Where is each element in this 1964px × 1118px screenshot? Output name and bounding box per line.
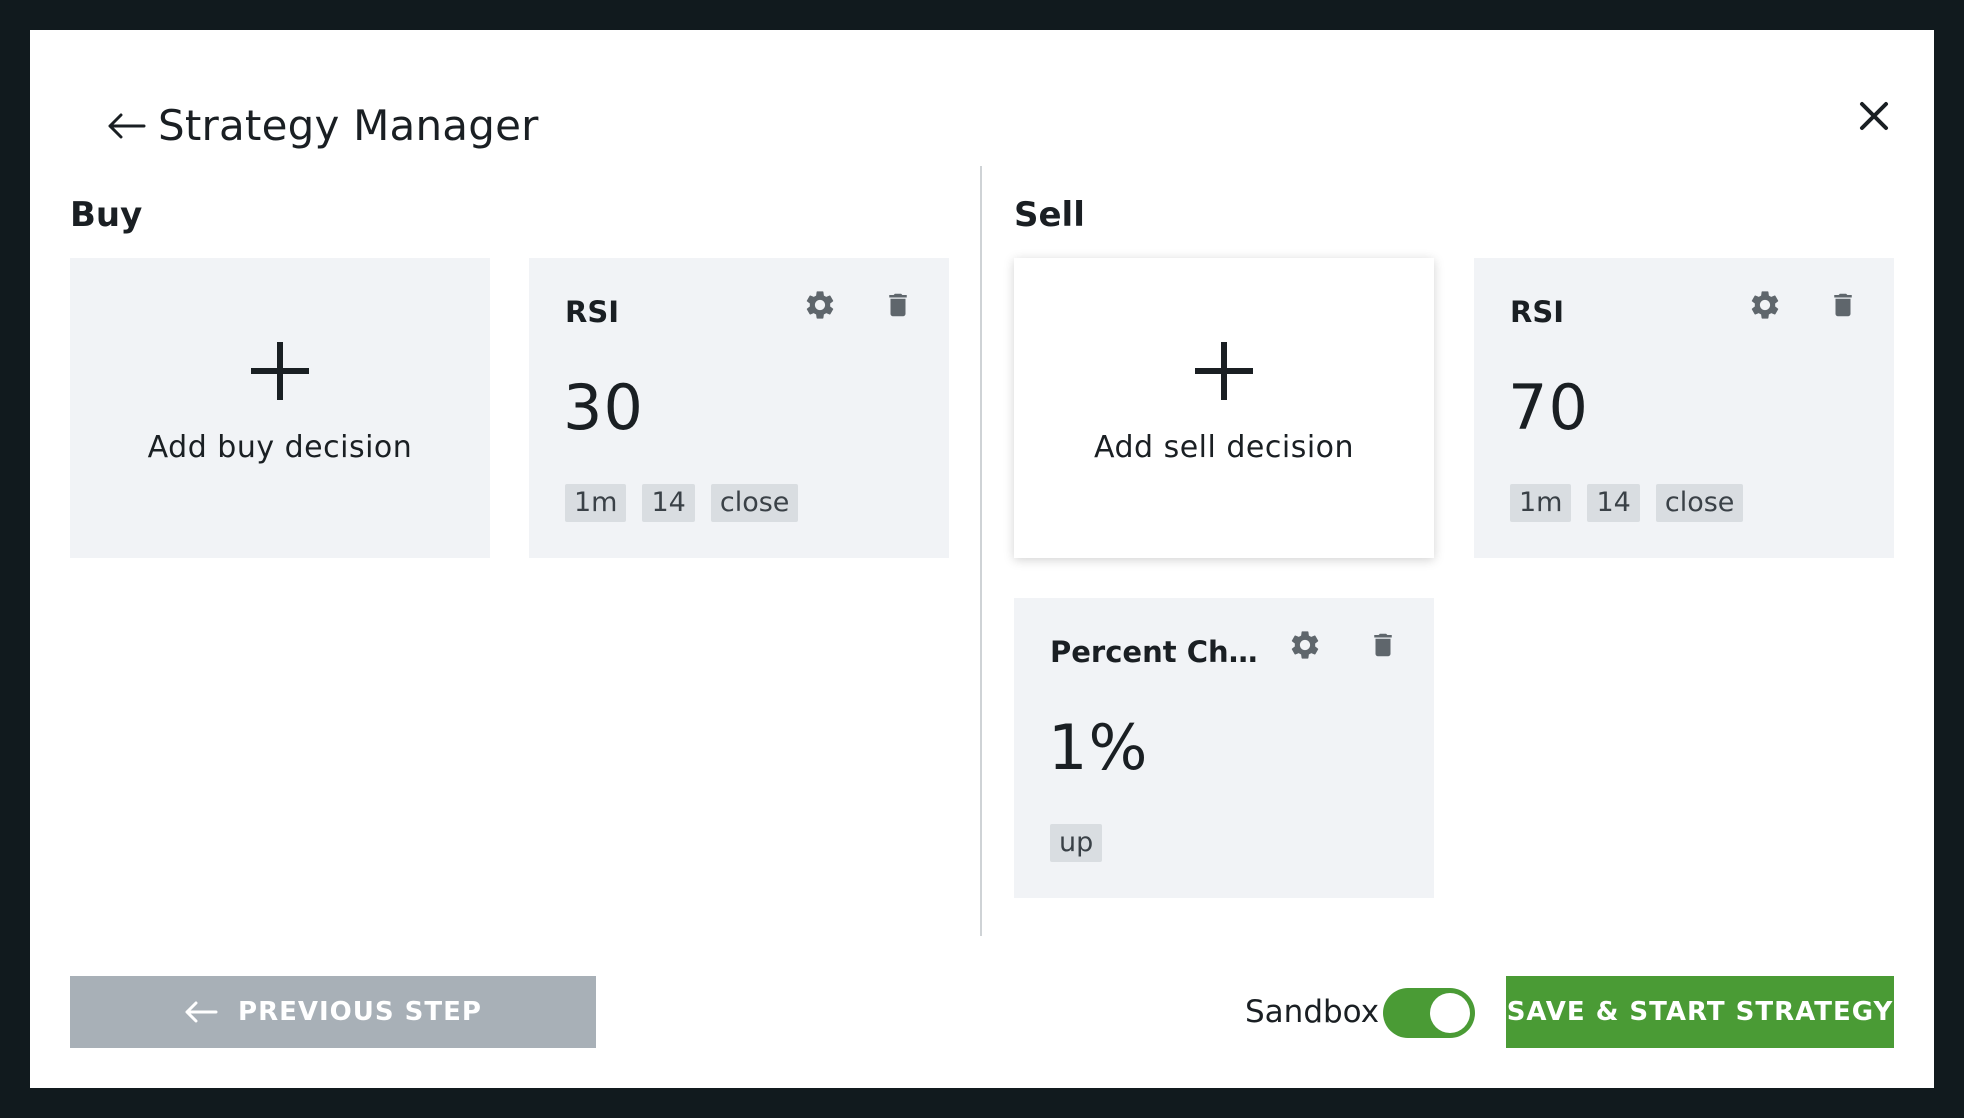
tag-period: 14	[1587, 484, 1640, 522]
sell-decision-card-percent-change: Percent Ch... 1% up	[1014, 598, 1434, 898]
buy-decision-card-rsi: RSI 30 1m 14 close	[529, 258, 949, 558]
decision-name: Percent Ch...	[1050, 635, 1260, 669]
close-icon	[1860, 102, 1888, 130]
decision-tags: 1m 14 close	[1510, 484, 1744, 522]
add-sell-decision-card[interactable]: Add sell decision	[1014, 258, 1434, 558]
add-sell-decision-label: Add sell decision	[1093, 429, 1355, 465]
buy-section-title: Buy	[70, 195, 143, 235]
sandbox-toggle[interactable]	[1383, 988, 1475, 1038]
tag-source: close	[710, 484, 799, 522]
decision-value: 1%	[1048, 711, 1149, 784]
tag-period: 14	[642, 484, 695, 522]
decision-name: RSI	[1510, 295, 1565, 329]
decision-value: 30	[563, 371, 644, 444]
gear-icon[interactable]	[803, 288, 837, 322]
add-buy-decision-label: Add buy decision	[147, 429, 413, 465]
tag-interval: 1m	[565, 484, 627, 522]
save-and-start-label: SAVE & START STRATEGY	[1506, 997, 1894, 1027]
gear-icon[interactable]	[1288, 628, 1322, 662]
arrow-left-icon	[185, 1001, 218, 1023]
decision-name: RSI	[565, 295, 620, 329]
tag-interval: 1m	[1510, 484, 1572, 522]
page-title: Strategy Manager	[158, 101, 539, 150]
decision-value: 70	[1508, 371, 1589, 444]
decision-tags: up	[1050, 824, 1103, 862]
gear-icon[interactable]	[1748, 288, 1782, 322]
sandbox-label: Sandbox	[1245, 994, 1380, 1030]
previous-step-label: PREVIOUS STEP	[238, 997, 482, 1027]
add-buy-decision-card[interactable]: Add buy decision	[70, 258, 490, 558]
strategy-manager-dialog: Strategy Manager Buy Add buy decision RS…	[30, 30, 1934, 1088]
plus-icon	[251, 341, 309, 400]
trash-icon[interactable]	[883, 288, 913, 322]
close-button[interactable]	[1844, 86, 1904, 146]
toggle-knob	[1430, 993, 1470, 1033]
section-divider	[980, 166, 982, 936]
arrow-left-icon	[108, 113, 146, 139]
sell-section-title: Sell	[1014, 195, 1085, 235]
decision-tags: 1m 14 close	[565, 484, 799, 522]
save-and-start-button[interactable]: SAVE & START STRATEGY	[1506, 976, 1894, 1048]
previous-step-button[interactable]: PREVIOUS STEP	[70, 976, 596, 1048]
tag-direction: up	[1050, 824, 1103, 862]
sell-decision-card-rsi: RSI 70 1m 14 close	[1474, 258, 1894, 558]
tag-source: close	[1655, 484, 1744, 522]
plus-icon	[1195, 341, 1253, 400]
trash-icon[interactable]	[1368, 628, 1398, 662]
trash-icon[interactable]	[1828, 288, 1858, 322]
